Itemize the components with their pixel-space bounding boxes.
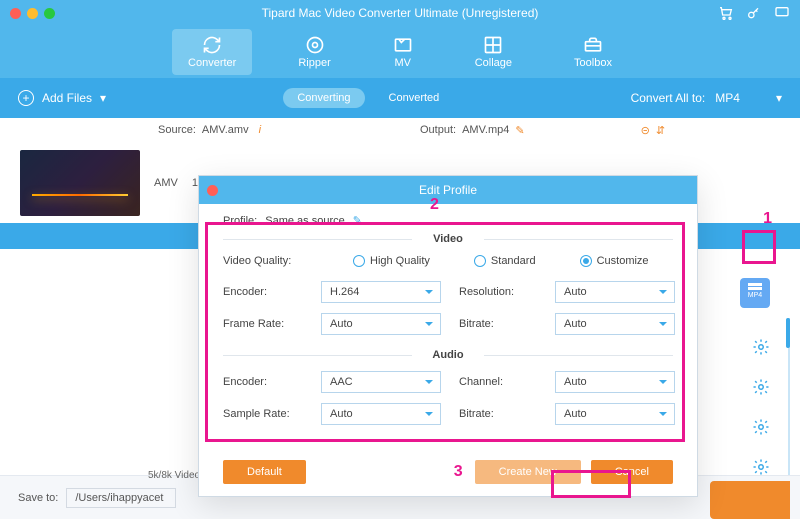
chevron-down-icon[interactable]: ▾	[100, 91, 106, 105]
framerate-label: Frame Rate:	[223, 318, 303, 330]
window-title: Tipard Mac Video Converter Ultimate (Unr…	[0, 6, 800, 20]
nav-collage[interactable]: Collage	[459, 29, 528, 75]
output-label: Output:	[420, 124, 456, 136]
gear-icon[interactable]	[752, 378, 770, 396]
radio-customize[interactable]: Customize	[580, 255, 649, 267]
window-titlebar: Tipard Mac Video Converter Ultimate (Unr…	[0, 0, 800, 26]
save-to-label: Save to:	[18, 492, 58, 504]
tab-converted[interactable]: Converted	[375, 88, 454, 108]
toolbox-icon	[583, 35, 603, 55]
profile-value: Same as source	[265, 215, 344, 227]
pencil-icon[interactable]: ✎	[515, 124, 524, 137]
audio-bitrate-label: Bitrate:	[459, 408, 537, 420]
pencil-icon[interactable]: ✎	[353, 214, 362, 227]
output-value: AMV.mp4	[462, 124, 509, 136]
bitrate-label: Bitrate:	[459, 318, 537, 330]
nav-label: Converter	[188, 57, 236, 69]
category-label: 5k/8k Video	[148, 470, 200, 481]
info-icon[interactable]: i	[259, 124, 261, 136]
nav-toolbox[interactable]: Toolbox	[558, 29, 628, 75]
video-quality-label: Video Quality:	[223, 255, 303, 267]
format-badge[interactable]: MP4	[740, 278, 770, 308]
profile-label: Profile:	[223, 215, 257, 227]
channel-select[interactable]: Auto	[555, 371, 675, 393]
video-thumbnail[interactable]	[20, 150, 140, 216]
nav-converter[interactable]: Converter	[172, 29, 252, 75]
convert-button[interactable]	[710, 481, 790, 519]
nav-mv[interactable]: MV	[377, 29, 429, 75]
source-label: Source:	[158, 124, 196, 136]
nav-label: Toolbox	[574, 57, 612, 69]
resolution-label: Resolution:	[459, 286, 537, 298]
annotation-1: 1	[763, 210, 772, 228]
audio-encoder-label: Encoder:	[223, 376, 303, 388]
feedback-icon[interactable]	[774, 5, 790, 21]
scrollbar[interactable]	[784, 318, 792, 489]
tab-converting[interactable]: Converting	[283, 88, 364, 108]
sub-bar: + Add Files ▾ Converting Converted Conve…	[0, 78, 800, 118]
samplerate-select[interactable]: Auto	[321, 403, 441, 425]
convert-all-label: Convert All to:	[631, 91, 706, 105]
main-nav: Converter Ripper MV Collage Toolbox	[0, 26, 800, 78]
modal-header: Edit Profile	[199, 176, 697, 204]
ripper-icon	[305, 35, 325, 55]
expand-icon[interactable]: ⇵	[656, 124, 665, 137]
framerate-select[interactable]: Auto	[321, 313, 441, 335]
key-icon[interactable]	[746, 5, 762, 21]
gear-icon[interactable]	[752, 418, 770, 436]
audio-bitrate-select[interactable]: Auto	[555, 403, 675, 425]
video-encoder-select[interactable]: H.264	[321, 281, 441, 303]
gear-icon[interactable]	[752, 458, 770, 476]
audio-section-title: Audio	[223, 349, 673, 361]
channel-label: Channel:	[459, 376, 537, 388]
cancel-button[interactable]: Cancel	[591, 460, 673, 484]
encoder-label: Encoder:	[223, 286, 303, 298]
add-files-button[interactable]: Add Files	[42, 91, 92, 105]
save-path-field[interactable]: /Users/ihappyacet	[66, 488, 176, 508]
chevron-down-icon[interactable]: ▾	[776, 91, 782, 105]
compress-icon[interactable]: ⊝	[641, 124, 650, 137]
video-bitrate-select[interactable]: Auto	[555, 313, 675, 335]
mv-icon	[393, 35, 413, 55]
converter-icon	[202, 35, 222, 55]
close-icon[interactable]	[207, 185, 218, 196]
annotation-2: 2	[430, 196, 439, 214]
source-value: AMV.amv	[202, 124, 249, 136]
file-header: Source: AMV.amv i Output: AMV.mp4 ✎ ⊝ ⇵	[0, 118, 800, 142]
format-text: AMV	[154, 177, 178, 189]
video-section-title: Video	[223, 233, 673, 245]
annotation-3: 3	[454, 463, 463, 481]
edit-profile-modal: Edit Profile Profile: Same as source ✎ V…	[198, 175, 698, 497]
create-new-button[interactable]: Create New	[475, 460, 581, 484]
cart-icon[interactable]	[718, 5, 734, 21]
plus-icon[interactable]: +	[18, 90, 34, 106]
default-button[interactable]: Default	[223, 460, 306, 484]
nav-ripper[interactable]: Ripper	[282, 29, 346, 75]
audio-encoder-select[interactable]: AAC	[321, 371, 441, 393]
nav-label: MV	[394, 57, 411, 69]
nav-label: Ripper	[298, 57, 330, 69]
convert-all-select[interactable]: MP4	[711, 89, 770, 107]
resolution-select[interactable]: Auto	[555, 281, 675, 303]
samplerate-label: Sample Rate:	[223, 408, 303, 420]
modal-title: Edit Profile	[419, 183, 477, 197]
collage-icon	[483, 35, 503, 55]
radio-standard[interactable]: Standard	[474, 255, 536, 267]
radio-high-quality[interactable]: High Quality	[353, 255, 430, 267]
gear-icon[interactable]	[752, 338, 770, 356]
nav-label: Collage	[475, 57, 512, 69]
